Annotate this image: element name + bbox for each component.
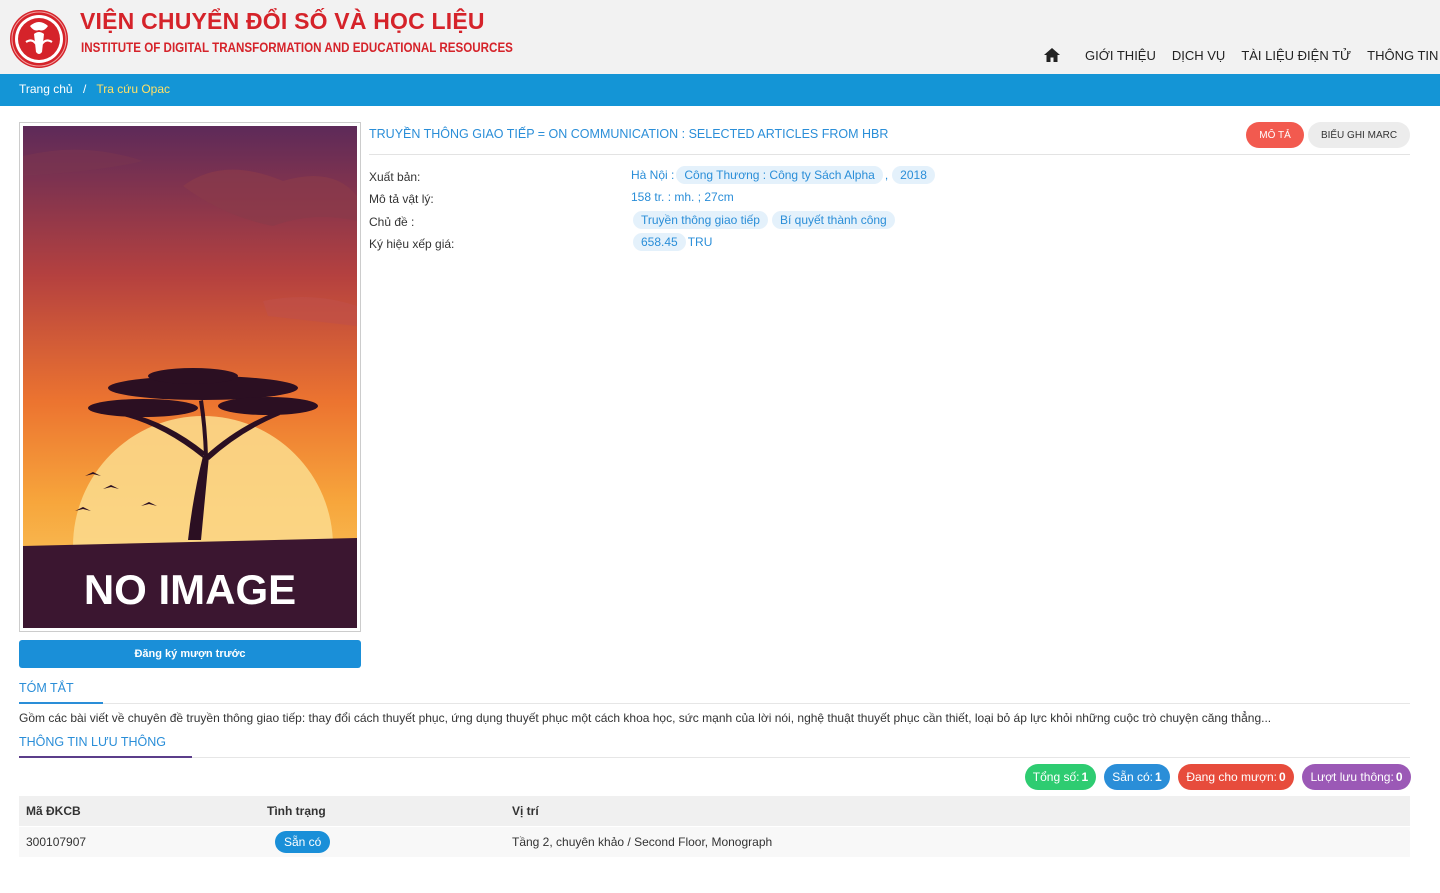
stat-available: Sẵn có: 1	[1104, 764, 1170, 790]
status-badge: Sẵn có	[275, 831, 331, 853]
main-nav: GIỚI THIỆU DỊCH VỤ TÀI LIỆU ĐIỆN TỬ THÔN…	[1044, 46, 1440, 64]
publication-value: Hà Nội : Công Thương : Công ty Sách Alph…	[631, 166, 935, 184]
stat-circulations: Lượt lưu thông: 0	[1302, 764, 1411, 790]
publisher-tag[interactable]: Công Thương : Công ty Sách Alpha	[676, 166, 883, 184]
summary-heading[interactable]: TÓM TẮT	[19, 681, 74, 695]
location-cell: Tầng 2, chuyên khảo / Second Floor, Mono…	[512, 835, 773, 849]
holdings-table-header: Mã ĐKCB Tình trạng Vị trí	[19, 796, 1410, 826]
stat-value: 1	[1081, 770, 1089, 784]
breadcrumb-current: Tra cứu Opac	[96, 82, 171, 96]
year-tag[interactable]: 2018	[892, 166, 935, 184]
cutter-number: TRU	[687, 235, 713, 249]
breadcrumb: Trang chủ / Tra cứu Opac	[19, 82, 170, 96]
reserve-button[interactable]: Đăng ký mượn trước	[19, 640, 361, 668]
column-barcode: Mã ĐKCB	[26, 804, 81, 818]
no-image-label: NO IMAGE	[84, 566, 296, 613]
publication-place: Hà Nội :	[631, 168, 675, 182]
stat-label: Tổng số:	[1032, 770, 1080, 784]
classification-tag[interactable]: 658.45	[633, 233, 686, 251]
no-image-placeholder: NO IMAGE	[23, 126, 357, 628]
barcode-cell: 300107907	[26, 835, 87, 849]
tab-description[interactable]: MÔ TẢ	[1246, 122, 1304, 148]
circulation-divider	[19, 757, 1410, 758]
column-status: Tình trạng	[267, 804, 326, 818]
table-row: 300107907 Sẵn có Tầng 2, chuyên khảo / S…	[19, 827, 1410, 857]
stat-label: Đang cho mượn:	[1186, 770, 1277, 784]
institute-logo[interactable]	[8, 8, 70, 70]
nav-news[interactable]: THÔNG TIN BẠ	[1367, 48, 1440, 63]
breadcrumb-bar: Trang chủ / Tra cứu Opac	[0, 74, 1440, 106]
subject-label: Chủ đề :	[369, 215, 415, 229]
nav-services[interactable]: DỊCH VỤ	[1172, 48, 1225, 63]
book-cover: NO IMAGE	[19, 122, 361, 632]
call-number-label: Ký hiệu xếp giá:	[369, 237, 455, 251]
title-divider	[369, 154, 1410, 155]
stat-value: 0	[1278, 770, 1286, 784]
summary-divider	[19, 703, 1410, 704]
column-location: Vị trí	[512, 804, 539, 818]
stat-value: 1	[1155, 770, 1162, 784]
circulation-underline	[19, 756, 192, 758]
tab-marc-record[interactable]: BIỂU GHI MARC	[1308, 122, 1410, 148]
subject-values: Truyền thông giao tiếp Bí quyết thành cô…	[631, 211, 895, 229]
site-header: VIỆN CHUYỂN ĐỔI SỐ VÀ HỌC LIỆU INSTITUTE…	[0, 0, 1440, 74]
subject-tag[interactable]: Truyền thông giao tiếp	[633, 211, 768, 229]
home-icon[interactable]	[1044, 48, 1060, 62]
stat-on-loan: Đang cho mượn: 0	[1178, 764, 1294, 790]
physical-label: Mô tả vật lý:	[369, 192, 434, 206]
publication-comma: ,	[884, 168, 889, 182]
breadcrumb-separator: /	[82, 82, 87, 96]
circulation-heading[interactable]: THÔNG TIN LƯU THÔNG	[19, 735, 166, 749]
nav-e-resources[interactable]: TÀI LIỆU ĐIỆN TỬ	[1241, 48, 1351, 63]
physical-value: 158 tr. : mh. ; 27cm	[631, 190, 734, 204]
stat-label: Lượt lưu thông:	[1310, 770, 1394, 784]
institute-name-english: INSTITUTE OF DIGITAL TRANSFORMATION AND …	[81, 40, 513, 55]
institute-name: VIỆN CHUYỂN ĐỔI SỐ VÀ HỌC LIỆU	[80, 8, 485, 34]
breadcrumb-home[interactable]: Trang chủ	[19, 82, 73, 96]
stat-label: Sẵn có:	[1112, 770, 1153, 784]
physical-description: 158 tr. : mh. ; 27cm	[631, 190, 734, 204]
publication-label: Xuất bản:	[369, 170, 421, 184]
subject-tag[interactable]: Bí quyết thành công	[771, 211, 895, 229]
nav-about[interactable]: GIỚI THIỆU	[1085, 48, 1156, 63]
record-title: TRUYỀN THÔNG GIAO TIẾP = ON COMMUNICATIO…	[369, 127, 889, 141]
stat-total: Tổng số: 1	[1025, 764, 1096, 790]
summary-underline	[19, 702, 103, 704]
summary-text: Gồm các bài viết về chuyên đề truyền thô…	[19, 711, 1272, 725]
call-number-value: 658.45 TRU	[631, 233, 712, 251]
stat-value: 0	[1395, 770, 1403, 784]
